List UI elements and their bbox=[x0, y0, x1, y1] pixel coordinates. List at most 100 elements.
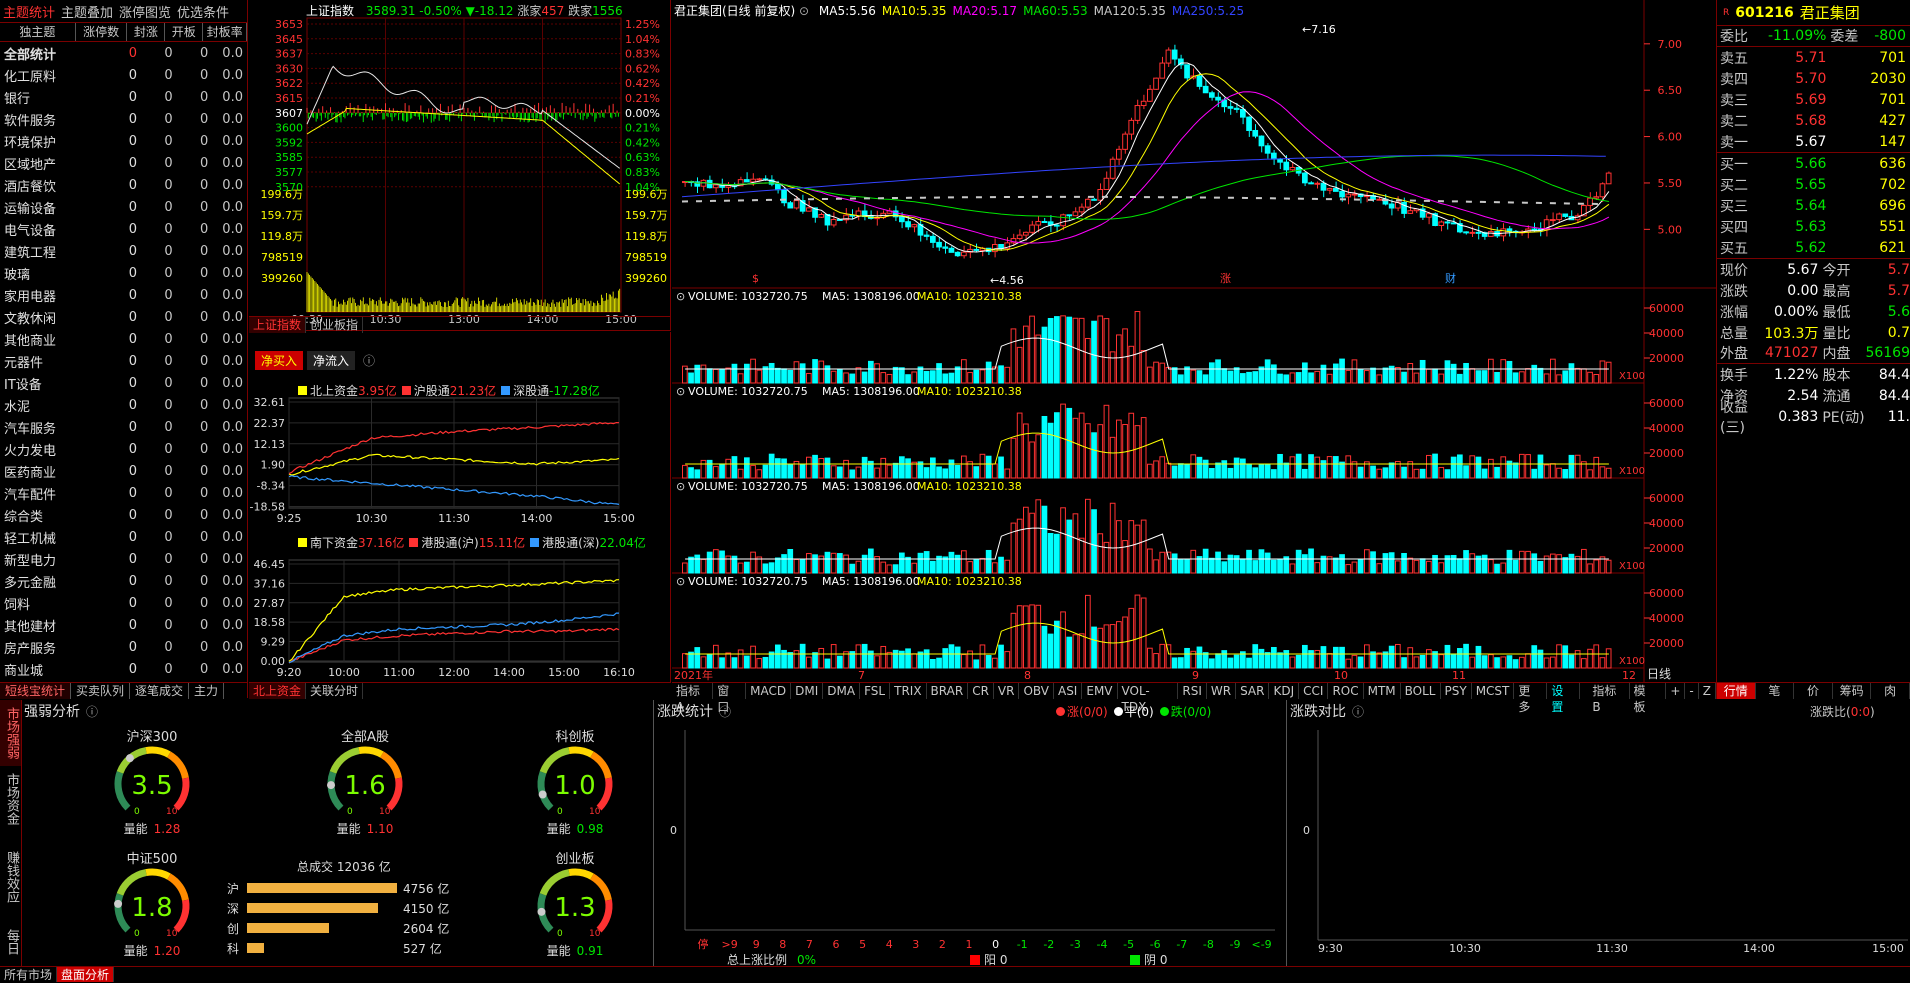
indicator-tab[interactable]: 更多 bbox=[1514, 683, 1548, 714]
template-tab[interactable]: Z bbox=[1699, 683, 1716, 699]
indicator-tab[interactable]: DMI bbox=[791, 683, 824, 699]
template-tab[interactable]: 指标B bbox=[1588, 683, 1630, 714]
theme-row[interactable]: 水泥 0 0 0 0.0 bbox=[0, 394, 247, 416]
indicator-tab[interactable]: BOLL bbox=[1401, 683, 1441, 699]
quote-tab[interactable]: 筹码 bbox=[1833, 683, 1872, 699]
tab-main-force[interactable]: 主力 bbox=[189, 683, 225, 699]
indicator-tab[interactable]: TRIX bbox=[890, 683, 927, 699]
indicator-tab[interactable]: ASI bbox=[1054, 683, 1083, 699]
quote-tab[interactable]: 肉 bbox=[1871, 683, 1910, 699]
theme-row[interactable]: 元器件 0 0 0 0.0 bbox=[0, 350, 247, 372]
theme-row[interactable]: 新型电力 0 0 0 0.0 bbox=[0, 548, 247, 570]
indicator-tab[interactable]: CR bbox=[968, 683, 994, 699]
template-tab[interactable]: 模 板 bbox=[1630, 683, 1667, 714]
indicator-tab[interactable]: SAR bbox=[1236, 683, 1270, 699]
indicator-tab[interactable]: MTM bbox=[1364, 683, 1401, 699]
theme-row[interactable]: 汽车服务 0 0 0 0.0 bbox=[0, 416, 247, 438]
tab-limitup-view[interactable]: 涨停图览 bbox=[119, 2, 171, 21]
tab-tick-trades[interactable]: 逐笔成交 bbox=[130, 683, 190, 699]
tab-filter-conditions[interactable]: 优选条件 bbox=[177, 2, 229, 21]
quote-tab[interactable]: 笔 bbox=[1756, 683, 1795, 699]
theme-row[interactable]: 软件服务 0 0 0 0.0 bbox=[0, 108, 247, 130]
theme-row[interactable]: 房产服务 0 0 0 0.0 bbox=[0, 636, 247, 658]
updown-distribution-chart[interactable]: 0 停 >9 9 8 7 6 5 4 3 2 1 0 -1 -2 -3 -4 -5 -6 -7 -8 -9 <-9 总上涨比例… bbox=[655, 720, 1287, 966]
indicator-tab[interactable]: OBV bbox=[1019, 683, 1054, 699]
tab-gem-index[interactable]: 创业板指 bbox=[306, 317, 364, 333]
col-header[interactable]: 独主题 bbox=[0, 23, 76, 41]
theme-row[interactable]: IT设备 0 0 0 0.0 bbox=[0, 372, 247, 394]
theme-row[interactable]: 医药商业 0 0 0 0.0 bbox=[0, 460, 247, 482]
tab-theme-stats[interactable]: 主题统计 bbox=[3, 2, 55, 21]
theme-row[interactable]: 化工原料 0 0 0 0.0 bbox=[0, 64, 247, 86]
quote-tab[interactable]: 行情 bbox=[1717, 683, 1756, 699]
tab-all-markets[interactable]: 所有市场 bbox=[0, 967, 58, 982]
net-inflow-button[interactable]: 净流入 bbox=[307, 351, 356, 370]
template-tab[interactable]: - bbox=[1685, 683, 1699, 699]
theme-row[interactable]: 酒店餐饮 0 0 0 0.0 bbox=[0, 174, 247, 196]
north-flow-chart[interactable]: 32.6122.3712.131.90-8.34-18.589:25 10:30 1… bbox=[249, 392, 670, 526]
side-tab-funds[interactable]: 市场资金 bbox=[0, 766, 21, 832]
col-header[interactable]: 涨停数 bbox=[76, 23, 128, 41]
theme-row[interactable]: 家用电器 0 0 0 0.0 bbox=[0, 284, 247, 306]
theme-row[interactable]: 玻璃 0 0 0 0.0 bbox=[0, 262, 247, 284]
indicator-tab[interactable]: FSL bbox=[860, 683, 891, 699]
index-intraday-chart[interactable]: 3653 1.25% 3645 1.04% 3637 0.83% 3630 0.62% 3622… bbox=[249, 14, 670, 330]
indicator-tab[interactable]: BRAR bbox=[927, 683, 969, 699]
template-tab[interactable]: + bbox=[1666, 683, 1686, 699]
info-icon[interactable]: ⓘ bbox=[1352, 703, 1364, 720]
indicator-tab[interactable]: MACD bbox=[746, 683, 792, 699]
theme-row[interactable]: 多元金融 0 0 0 0.0 bbox=[0, 570, 247, 592]
theme-row[interactable]: 区域地产 0 0 0 0.0 bbox=[0, 152, 247, 174]
theme-row[interactable]: 全部统计 0 0 0 0.0 bbox=[0, 42, 247, 64]
kline-chart[interactable]: 7.00 6.50 6.00 5.50 5.00 ←7.16 ←4.56 $ 涨 财 ⊙ VOLUM… bbox=[672, 0, 1716, 682]
tab-northbound[interactable]: 北上资金 bbox=[249, 683, 307, 699]
indicator-tab[interactable]: KDJ bbox=[1269, 683, 1300, 699]
col-header[interactable]: 封涨 bbox=[127, 23, 166, 41]
info-icon[interactable]: ⓘ bbox=[719, 703, 731, 720]
tab-order-queue[interactable]: 买卖队列 bbox=[71, 683, 131, 699]
indicator-tab[interactable]: VR bbox=[994, 683, 1020, 699]
indicator-tab[interactable]: ROC bbox=[1328, 683, 1364, 699]
theme-row[interactable]: 建筑工程 0 0 0 0.0 bbox=[0, 240, 247, 262]
col-header[interactable]: 封板率 bbox=[203, 23, 247, 41]
indicator-tab[interactable]: WR bbox=[1207, 683, 1237, 699]
south-flow-chart[interactable]: 46.4537.1627.8718.589.290.009:20 10:00 11:… bbox=[249, 554, 670, 680]
tab-short-line[interactable]: 短线宝统计 bbox=[0, 683, 72, 699]
tab-related-intraday[interactable]: 关联分时 bbox=[306, 683, 364, 699]
theme-row[interactable]: 饲料 0 0 0 0.0 bbox=[0, 592, 247, 614]
side-tab-daily[interactable]: 每日 bbox=[0, 922, 21, 962]
theme-row[interactable]: 银行 0 0 0 0.0 bbox=[0, 86, 247, 108]
quote-tab[interactable]: 价 bbox=[1794, 683, 1833, 699]
theme-row[interactable]: 轻工机械 0 0 0 0.0 bbox=[0, 526, 247, 548]
indicator-tab[interactable]: EMV bbox=[1082, 683, 1118, 699]
tab-theme-overlay[interactable]: 主题叠加 bbox=[61, 2, 113, 21]
indicator-tab[interactable]: PSY bbox=[1441, 683, 1472, 699]
indicator-tab[interactable]: MCST bbox=[1472, 683, 1515, 699]
net-buy-button[interactable]: 净买入 bbox=[255, 351, 304, 370]
theme-row[interactable]: 其他商业 0 0 0 0.0 bbox=[0, 328, 247, 350]
indicator-tab[interactable]: 窗口 bbox=[713, 683, 747, 714]
theme-row[interactable]: 综合类 0 0 0 0.0 bbox=[0, 504, 247, 526]
theme-row[interactable]: 运输设备 0 0 0 0.0 bbox=[0, 196, 247, 218]
indicator-tab[interactable]: DMA bbox=[823, 683, 861, 699]
tab-sh-index[interactable]: 上证指数 bbox=[249, 317, 307, 333]
indicator-tab[interactable]: VOL-TDX bbox=[1118, 683, 1179, 714]
updown-compare-chart[interactable]: 0 9:30 10:30 11:30 14:00 15:00 bbox=[1288, 720, 1910, 966]
info-icon[interactable]: ⓘ bbox=[86, 703, 98, 720]
theme-row[interactable]: 其他建材 0 0 0 0.0 bbox=[0, 614, 247, 636]
indicator-tab[interactable]: 设置 bbox=[1547, 683, 1581, 714]
theme-row[interactable]: 汽车配件 0 0 0 0.0 bbox=[0, 482, 247, 504]
indicator-tab[interactable]: CCI bbox=[1299, 683, 1329, 699]
theme-row[interactable]: 文教休闲 0 0 0 0.0 bbox=[0, 306, 247, 328]
theme-row[interactable]: 火力发电 0 0 0 0.0 bbox=[0, 438, 247, 460]
indicator-tab[interactable]: RSI bbox=[1178, 683, 1207, 699]
tab-market-analysis[interactable]: 盘面分析 bbox=[57, 967, 115, 982]
indicator-tab[interactable]: 指标A bbox=[672, 683, 714, 714]
theme-row[interactable]: 商业城 0 0 0 0.0 bbox=[0, 658, 247, 680]
side-tab-profit[interactable]: 赚钱效应 bbox=[0, 832, 21, 922]
theme-row[interactable]: 电气设备 0 0 0 0.0 bbox=[0, 218, 247, 240]
theme-row[interactable]: 环境保护 0 0 0 0.0 bbox=[0, 130, 247, 152]
period-label[interactable]: 日线 bbox=[1647, 665, 1671, 682]
side-tab-strength[interactable]: 市场强弱 bbox=[0, 700, 21, 766]
help-icon[interactable]: ⓘ bbox=[359, 351, 379, 370]
